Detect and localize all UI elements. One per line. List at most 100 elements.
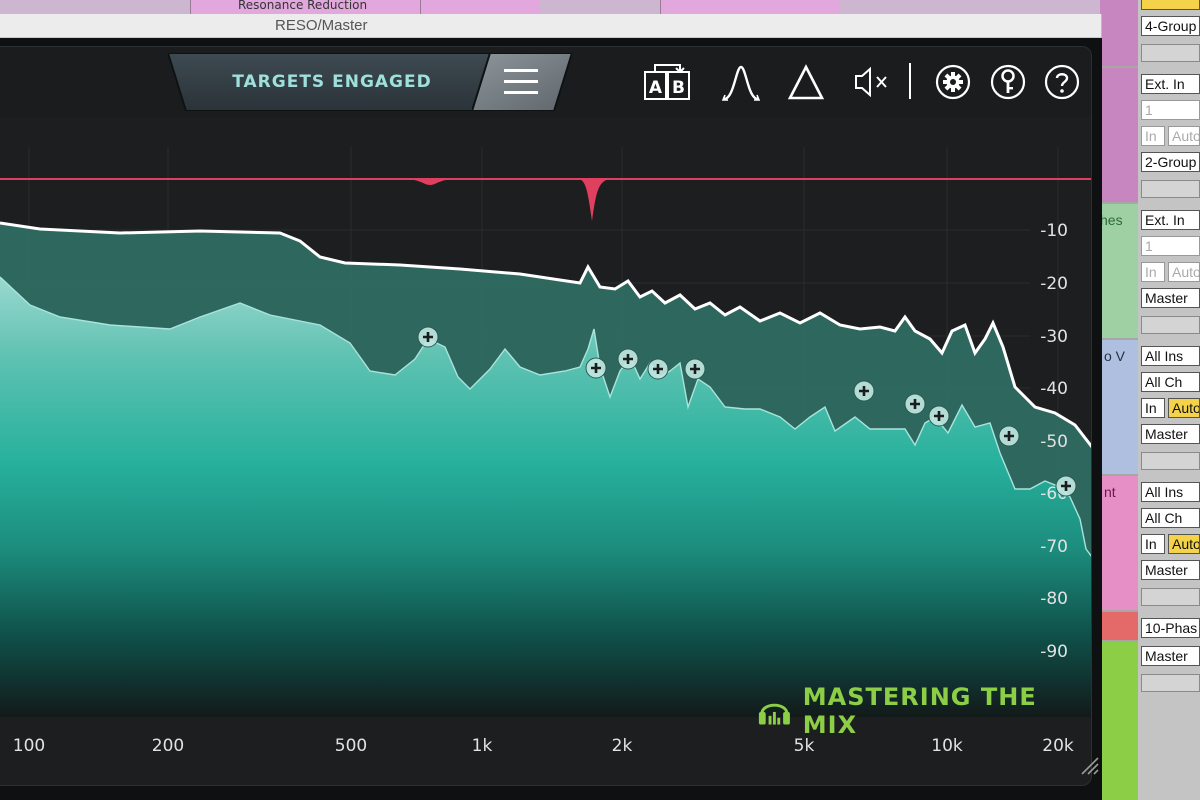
frequency-tick-label: 2k (612, 736, 633, 756)
db-tick-label: -50 (1040, 432, 1068, 452)
mute-button[interactable] (852, 61, 894, 103)
reduction-peak (578, 179, 612, 221)
db-tick-label: -90 (1040, 642, 1068, 662)
mixer-empty-slot[interactable] (1141, 316, 1200, 334)
mixer-empty-slot[interactable] (1141, 674, 1200, 692)
db-tick-label: -80 (1040, 589, 1068, 609)
delta-button[interactable] (785, 61, 827, 103)
db-tick-label: -70 (1040, 537, 1068, 557)
mixer-track-name: nt (1104, 484, 1116, 500)
mixer-output-select[interactable]: Master (1141, 646, 1200, 666)
ab-compare-icon: A B (644, 64, 690, 100)
targets-engaged-label: TARGETS ENGAGED (232, 72, 432, 92)
mixer-in-button[interactable] (1141, 0, 1200, 10)
ab-compare-button[interactable]: A B (644, 61, 692, 103)
daw-clip-label: Resonance Reduction (238, 0, 368, 12)
resonance-node[interactable] (853, 380, 875, 402)
frequency-tick-label: 1k (472, 736, 493, 756)
db-tick-label: -10 (1040, 221, 1068, 241)
key-icon (990, 64, 1026, 100)
mixer-input-channel-label: All Ch (1145, 374, 1183, 390)
mixer-track-color (1100, 642, 1138, 800)
resonance-node[interactable] (904, 393, 926, 415)
daw-arrangement-strip: Resonance Reduction (0, 0, 1200, 14)
mixer-empty-slot[interactable] (1141, 44, 1200, 62)
resonance-node[interactable] (1055, 475, 1077, 497)
mixer-in-button[interactable]: In (1141, 534, 1165, 554)
resonance-node[interactable] (684, 358, 706, 380)
mixer-input-channel[interactable]: All Ch (1141, 372, 1200, 392)
mixer-auto-button[interactable]: Auto (1168, 262, 1200, 282)
mixer-track-color (1100, 68, 1138, 202)
bell-curve-icon (721, 65, 761, 101)
db-tick-label: -40 (1040, 379, 1068, 399)
mixer-in-button[interactable]: In (1141, 398, 1165, 418)
mixer-track-color (1100, 0, 1138, 66)
mixer-empty-slot[interactable] (1141, 588, 1200, 606)
reduction-meter (0, 178, 1091, 221)
mixer-output-select[interactable]: 4-Group (1141, 16, 1200, 36)
resonance-node[interactable] (998, 425, 1020, 447)
mixer-input-channel[interactable]: 1 (1141, 100, 1200, 120)
mixer-output-select[interactable]: 2-Group (1141, 152, 1200, 172)
toolbar-divider (909, 63, 911, 99)
frequency-tick-label: 500 (335, 736, 367, 756)
help-icon (1044, 64, 1080, 100)
license-button[interactable] (987, 61, 1029, 103)
plugin-window-title-bar[interactable]: RESO/Master (0, 14, 1102, 38)
resonance-node[interactable] (617, 348, 639, 370)
plugin-top-bar: TARGETS ENGAGED A B (0, 47, 1091, 117)
headphones-icon (758, 703, 790, 725)
resonance-node[interactable] (928, 405, 950, 427)
gear-icon (935, 64, 971, 100)
settings-button[interactable] (932, 61, 974, 103)
mixer-auto-button[interactable]: Auto (1168, 126, 1200, 146)
resonance-node[interactable] (647, 358, 669, 380)
menu-button[interactable] (470, 52, 574, 112)
help-button[interactable] (1041, 61, 1083, 103)
mixer-track-color (1100, 612, 1138, 640)
mixer-output-select[interactable]: Master (1141, 288, 1200, 308)
db-tick-label: -30 (1040, 327, 1068, 347)
mixer-track-name: o V (1104, 348, 1126, 364)
speaker-mute-icon (855, 66, 887, 98)
menu-icon (470, 52, 574, 112)
mixer-empty-slot[interactable] (1141, 180, 1200, 198)
mixer-in-button[interactable]: In (1141, 126, 1165, 146)
mixer-input-select[interactable]: All Ins (1141, 346, 1200, 366)
ab-label-b: B (672, 78, 685, 98)
ab-label-a: A (649, 78, 663, 98)
brand-logo: MASTERING THE MIX (756, 683, 1091, 739)
triangle-icon (787, 64, 825, 100)
mixer-input-select[interactable]: Ext. In (1141, 74, 1200, 94)
mixer-output-select[interactable]: Master (1141, 424, 1200, 444)
db-tick-label: -20 (1040, 274, 1068, 294)
mixer-track-name: hes (1100, 212, 1123, 228)
mixer-output-select[interactable]: Master (1141, 560, 1200, 580)
targets-engaged-tab[interactable]: TARGETS ENGAGED (168, 53, 498, 111)
mixer-output-select[interactable]: 10-Phas (1141, 618, 1200, 638)
plugin-window: TARGETS ENGAGED A B -10 -20 -30 -40 -50 … (0, 38, 1102, 800)
mixer-input-select[interactable]: All Ins (1141, 482, 1200, 502)
daw-clip[interactable] (660, 0, 840, 14)
daw-clip[interactable] (420, 0, 540, 14)
mixer-in-button[interactable]: In (1141, 262, 1165, 282)
frequency-tick-label: 200 (152, 736, 184, 756)
window-title: RESO/Master (275, 17, 368, 34)
filter-shape-button[interactable] (720, 61, 762, 103)
frequency-tick-label: 100 (13, 736, 45, 756)
resonance-node[interactable] (585, 357, 607, 379)
mixer-input-channel-label: All Ch (1145, 510, 1183, 526)
brand-name: MASTERING THE MIX (802, 683, 1037, 739)
mixer-input-channel[interactable]: All Ch (1141, 508, 1200, 528)
resonance-node[interactable] (417, 326, 439, 348)
mixer-auto-button[interactable]: Auto (1168, 398, 1200, 418)
resize-grip-icon[interactable] (1078, 754, 1100, 776)
mixer-input-select[interactable]: Ext. In (1141, 210, 1200, 230)
mixer-empty-slot[interactable] (1141, 452, 1200, 470)
mixer-input-channel[interactable]: 1 (1141, 236, 1200, 256)
mixer-auto-button[interactable]: Auto (1168, 534, 1200, 554)
frequency-tick-label: 10k (931, 736, 963, 756)
plugin-panel: TARGETS ENGAGED A B -10 -20 -30 -40 -50 … (0, 46, 1092, 786)
db-axis: -10-20-30-40-50-60-70-80-90 (1040, 221, 1068, 662)
